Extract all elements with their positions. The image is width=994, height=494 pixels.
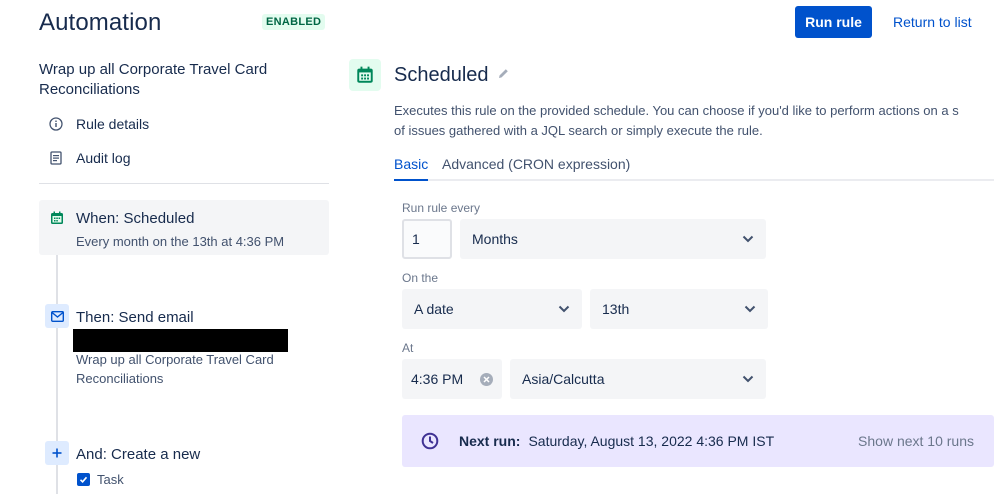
status-badge: ENABLED bbox=[262, 14, 326, 30]
rule-name: Wrap up all Corporate Travel Card Reconc… bbox=[39, 61, 268, 98]
run-every-unit-select[interactable]: Months bbox=[460, 219, 766, 259]
task-checkbox-icon bbox=[77, 473, 90, 486]
step-subtitle: Wrap up all Corporate Travel Card Reconc… bbox=[76, 352, 274, 386]
page-title: Automation bbox=[39, 9, 162, 36]
sidebar-divider bbox=[39, 183, 329, 184]
run-every-input[interactable]: 1 bbox=[402, 219, 452, 259]
on-the-type-select[interactable]: A date bbox=[402, 289, 582, 329]
clear-icon[interactable] bbox=[480, 372, 493, 386]
schedule-tabs: Basic Advanced (CRON expression) bbox=[394, 156, 994, 181]
tab-basic[interactable]: Basic bbox=[394, 156, 429, 181]
sidebar-item-rule-details[interactable]: Rule details bbox=[47, 115, 149, 133]
time-picker[interactable]: 4:36 PM bbox=[402, 359, 502, 399]
time-value: 4:36 PM bbox=[411, 371, 464, 387]
run-rule-button[interactable]: Run rule bbox=[795, 6, 872, 38]
step-subtitle: Every month on the 13th at 4:36 PM bbox=[76, 234, 285, 249]
plus-icon bbox=[45, 441, 69, 465]
document-icon bbox=[47, 149, 65, 167]
email-icon bbox=[45, 304, 69, 328]
return-to-list-link[interactable]: Return to list bbox=[893, 14, 972, 30]
step-title: When: Scheduled bbox=[76, 210, 195, 227]
on-the-day-select[interactable]: 13th bbox=[590, 289, 768, 329]
select-value: Asia/Calcutta bbox=[522, 371, 605, 387]
redacted-block bbox=[73, 329, 288, 352]
calendar-icon bbox=[45, 206, 69, 230]
chevron-down-icon bbox=[742, 233, 754, 245]
issue-type-task: Task bbox=[77, 470, 124, 489]
at-label: At bbox=[402, 341, 414, 355]
next-run-label: Next run: bbox=[459, 433, 521, 449]
sidebar-item-label: Rule details bbox=[76, 116, 150, 132]
on-the-label: On the bbox=[402, 271, 439, 285]
chevron-down-icon bbox=[558, 303, 570, 315]
task-label: Task bbox=[97, 472, 124, 487]
next-run-value: Saturday, August 13, 2022 4:36 PM IST bbox=[528, 433, 775, 449]
clock-icon bbox=[421, 432, 439, 450]
info-icon bbox=[47, 115, 65, 133]
chevron-down-icon bbox=[744, 303, 756, 315]
sidebar-item-audit-log[interactable]: Audit log bbox=[47, 149, 130, 167]
scheduled-calendar-icon bbox=[349, 59, 381, 91]
trigger-description: Executes this rule on the provided sched… bbox=[394, 101, 994, 141]
show-next-runs-button[interactable]: Show next 10 runs bbox=[858, 433, 974, 449]
sidebar-item-label: Audit log bbox=[76, 150, 131, 166]
chevron-down-icon bbox=[742, 373, 754, 385]
step-title[interactable]: And: Create a new bbox=[76, 446, 200, 463]
description-line: Executes this rule on the provided sched… bbox=[394, 103, 959, 118]
tab-advanced-cron[interactable]: Advanced (CRON expression) bbox=[442, 156, 630, 181]
pencil-icon[interactable] bbox=[497, 67, 510, 85]
select-value: A date bbox=[414, 301, 454, 317]
next-run-banner: Next run: Saturday, August 13, 2022 4:36… bbox=[402, 415, 994, 467]
step-title[interactable]: Then: Send email bbox=[76, 309, 194, 326]
timezone-select[interactable]: Asia/Calcutta bbox=[510, 359, 766, 399]
trigger-title: Scheduled bbox=[394, 64, 489, 86]
description-line: of issues gathered with a JQL search or … bbox=[394, 123, 763, 138]
run-every-label: Run rule every bbox=[402, 201, 481, 215]
select-value: 13th bbox=[602, 301, 630, 317]
select-value: Months bbox=[472, 231, 518, 247]
